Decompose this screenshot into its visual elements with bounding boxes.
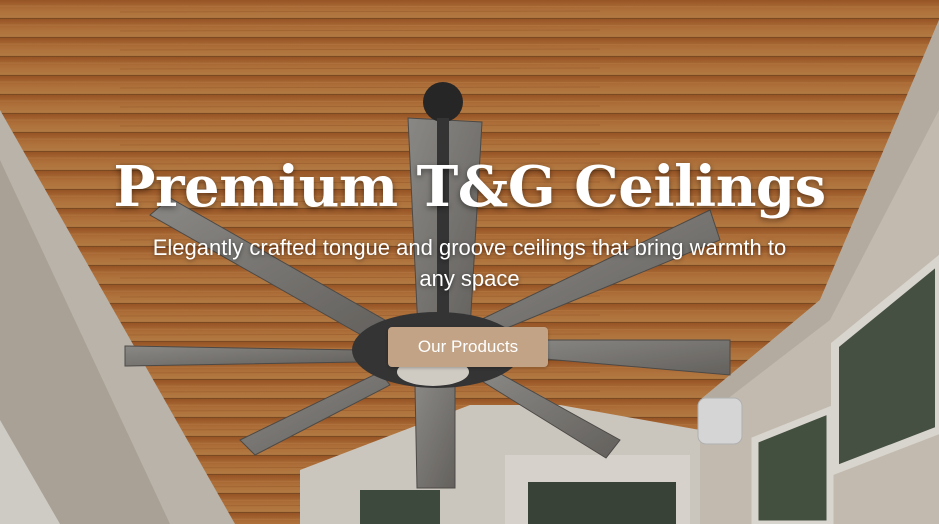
hero-subtitle: Elegantly crafted tongue and groove ceil… — [152, 235, 787, 291]
hero-content: Premium T&G Ceilings Elegantly crafted t… — [0, 0, 939, 524]
hero-section: Premium T&G Ceilings Elegantly crafted t… — [0, 0, 939, 524]
our-products-button[interactable]: Our Products — [388, 327, 548, 367]
hero-title: Premium T&G Ceilings — [113, 154, 826, 220]
